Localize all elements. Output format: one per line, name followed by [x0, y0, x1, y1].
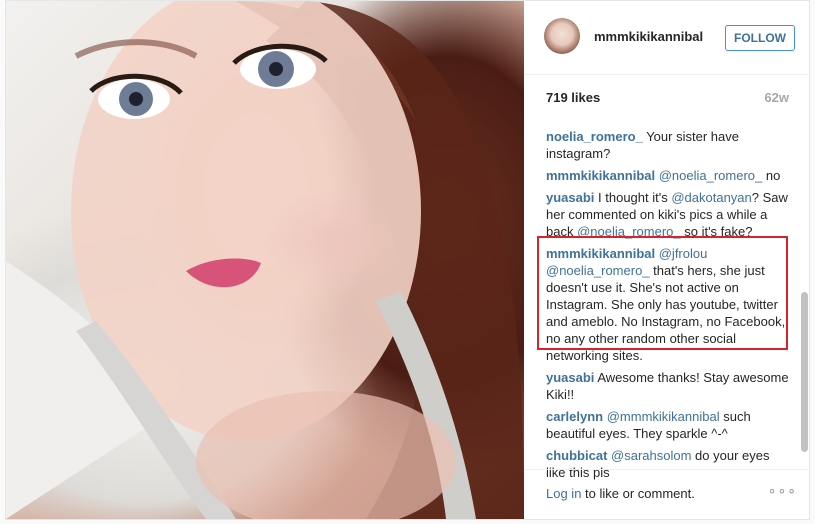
comment-mention[interactable]: @dakotanyan — [671, 190, 751, 205]
comment-mention[interactable]: @sarahsolom — [611, 448, 691, 463]
follow-button[interactable]: FOLLOW — [725, 25, 795, 51]
comments-scrollbar[interactable] — [801, 120, 808, 460]
comment-username[interactable]: yuasabi — [546, 370, 594, 385]
highlight-annotation-box — [537, 236, 788, 350]
photo-illustration — [6, 1, 524, 519]
post-header: mmmkikikannibal FOLLOW — [524, 1, 809, 75]
post-age[interactable]: 62w — [764, 90, 789, 105]
avatar[interactable] — [544, 18, 580, 54]
comment-mention[interactable]: @mmmkikikannibal — [607, 409, 720, 424]
comment-username[interactable]: noelia_romero_ — [546, 129, 643, 144]
comment-mention[interactable]: @noelia_romero_ — [659, 168, 763, 183]
more-options-icon[interactable]: ∘∘∘ — [768, 482, 797, 499]
comment-text: I thought it's — [594, 190, 672, 205]
post-photo[interactable] — [6, 1, 524, 519]
likes-count[interactable]: 719 likes — [546, 90, 600, 105]
comment-text: no — [762, 168, 781, 183]
login-prompt: Log in to like or comment. — [546, 486, 695, 501]
comment-item: mmmkikikannibal @noelia_romero_ no — [546, 167, 791, 184]
comment-item: yuasabi I thought it's @dakotanyan? Saw … — [546, 189, 791, 240]
comment-item: noelia_romero_ Your sister have instagra… — [546, 128, 791, 162]
comment-username[interactable]: mmmkikikannibal — [546, 168, 655, 183]
author-username[interactable]: mmmkikikannibal — [594, 29, 703, 44]
login-link[interactable]: Log in — [546, 486, 581, 501]
comment-item: yuasabi Awesome thanks! Stay awesome Kik… — [546, 369, 791, 403]
comment-username[interactable]: carlelynn — [546, 409, 603, 424]
login-prompt-text: to like or comment. — [581, 486, 695, 501]
comment-username[interactable]: yuasabi — [546, 190, 594, 205]
comment-username[interactable]: chubbicat — [546, 448, 607, 463]
scrollbar-thumb[interactable] — [801, 292, 808, 452]
post-footer: Log in to like or comment. ∘∘∘ — [524, 469, 809, 519]
comment-item: carlelynn @mmmkikikannibal such beautifu… — [546, 408, 791, 442]
